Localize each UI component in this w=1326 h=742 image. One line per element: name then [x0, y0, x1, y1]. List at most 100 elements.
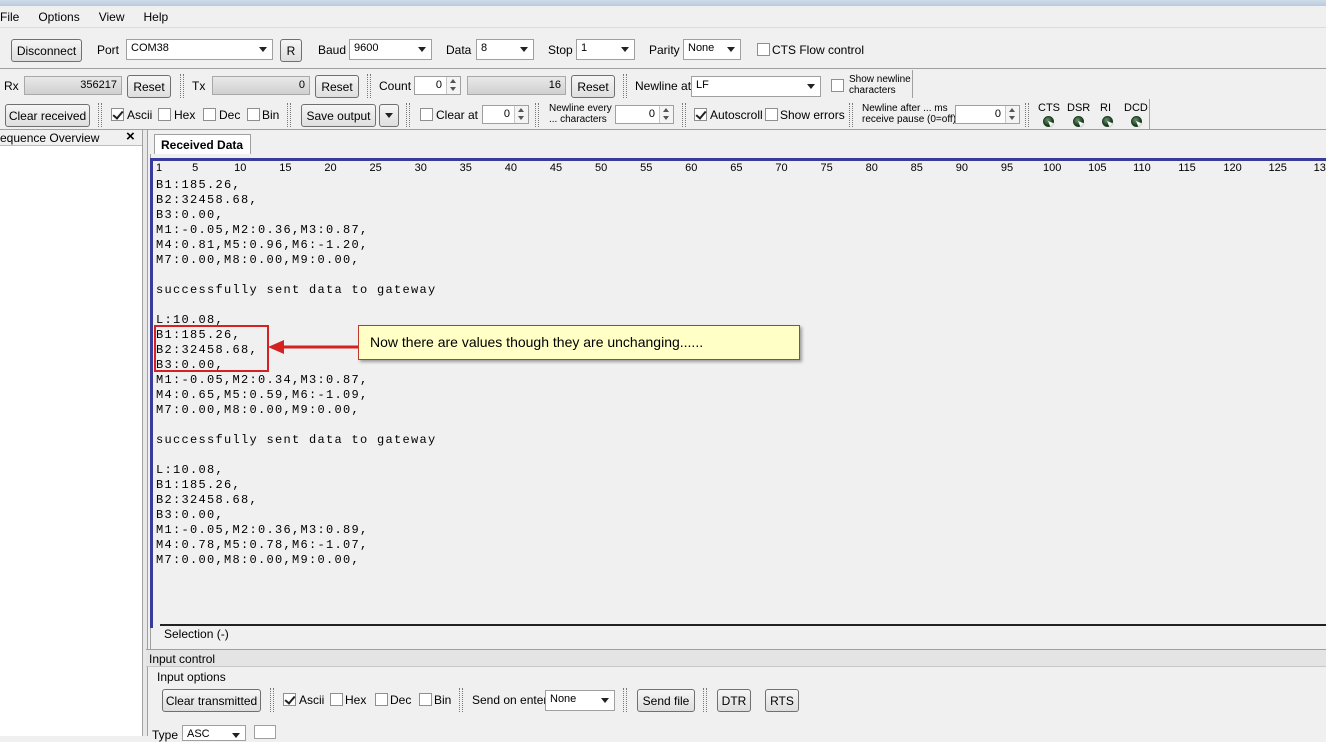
annotation-callout: Now there are values though they are unc…: [358, 325, 800, 360]
terminal-line: B2:32458.68,: [156, 193, 259, 207]
dcd-label: DCD: [1124, 102, 1148, 114]
save-output-dropdown[interactable]: [379, 104, 399, 127]
ruler-tick-label: 10: [234, 162, 247, 174]
dec-checkbox[interactable]: [203, 108, 216, 121]
autoscroll-checkbox[interactable]: [694, 108, 707, 121]
show-errors-label: Show errors: [780, 108, 845, 122]
newline-after-label-1: Newline after ... ms: [862, 103, 948, 114]
selection-status: Selection (-): [164, 627, 229, 641]
toolbar-divider: [0, 129, 1326, 130]
show-newline-label-1: Show newline: [849, 74, 911, 85]
ruler-tick-label: 130: [1313, 162, 1326, 174]
newline-every-label-2: ... characters: [549, 114, 607, 125]
separator: [406, 103, 410, 127]
spinner-arrows-icon[interactable]: [659, 106, 673, 123]
disconnect-button[interactable]: Disconnect: [11, 39, 82, 62]
ascii-checkbox[interactable]: [111, 108, 124, 121]
count-reset-button[interactable]: Reset: [571, 75, 615, 98]
ruler-tick-label: 20: [324, 162, 337, 174]
type-label: Type: [152, 728, 179, 742]
input-control-title: Input control: [149, 652, 216, 666]
input-field[interactable]: [254, 725, 276, 739]
clear-at-spinner[interactable]: 0: [482, 105, 529, 124]
dsr-label: DSR: [1067, 102, 1091, 114]
ruler-tick-label: 65: [730, 162, 743, 174]
send-on-enter-select[interactable]: None: [545, 690, 615, 711]
spinner-arrows-icon[interactable]: [446, 77, 460, 94]
dcd-led-icon: [1131, 116, 1142, 127]
menu-help[interactable]: Help: [132, 10, 176, 24]
show-errors-checkbox[interactable]: [765, 108, 778, 121]
menu-options[interactable]: Options: [26, 10, 86, 24]
rts-button[interactable]: RTS: [765, 689, 799, 712]
dtr-button[interactable]: DTR: [717, 689, 751, 712]
input-dec-label: Dec: [390, 693, 412, 707]
clear-at-checkbox[interactable]: [420, 108, 433, 121]
ruler-tick-label: 100: [1042, 162, 1062, 174]
newline-after-spinner[interactable]: 0: [955, 105, 1020, 124]
menu-file[interactable]: File: [0, 10, 26, 24]
ruler-tick-label: 115: [1178, 162, 1196, 174]
data-bits-select[interactable]: 8: [476, 39, 534, 60]
ri-led-icon: [1102, 116, 1113, 127]
tab-received-data[interactable]: Received Data: [154, 134, 251, 154]
refresh-ports-button[interactable]: R: [280, 39, 302, 62]
parity-label: Parity: [649, 43, 680, 57]
separator: [270, 688, 274, 712]
splitter[interactable]: [143, 130, 148, 736]
separator: [367, 74, 371, 98]
newline-after-label-2: receive pause (0=off): [862, 114, 957, 125]
stop-bits-select[interactable]: 1: [576, 39, 635, 60]
terminal-line: M1:-0.05,M2:0.36,M3:0.87,: [156, 223, 369, 237]
spinner-arrows-icon[interactable]: [1005, 106, 1019, 123]
input-dec-checkbox[interactable]: [375, 693, 388, 706]
tx-reset-button[interactable]: Reset: [315, 75, 359, 98]
ruler-tick-label: 60: [685, 162, 698, 174]
newline-at-select[interactable]: LF: [691, 76, 821, 97]
newline-every-spinner[interactable]: 0: [615, 105, 674, 124]
cts-flow-checkbox[interactable]: [757, 43, 770, 56]
ruler-tick-label: 120: [1223, 162, 1242, 174]
terminal-line: successfully sent data to gateway: [156, 283, 437, 297]
close-icon[interactable]: ×: [126, 128, 135, 145]
save-output-button[interactable]: Save output: [301, 104, 376, 127]
hex-label: Hex: [174, 108, 196, 122]
clear-transmitted-button[interactable]: Clear transmitted: [162, 689, 261, 712]
show-newline-checkbox[interactable]: [831, 79, 844, 92]
divider: [1149, 99, 1150, 129]
port-label: Port: [97, 43, 120, 57]
ruler-tick-label: 70: [775, 162, 788, 174]
ruler-tick-label: 1: [156, 162, 163, 174]
autoscroll-label: Autoscroll: [710, 108, 763, 122]
hex-checkbox[interactable]: [158, 108, 171, 121]
newline-every-label-1: Newline every: [549, 103, 612, 114]
ruler-tick-label: 110: [1133, 162, 1151, 174]
clear-received-button[interactable]: Clear received: [5, 104, 90, 127]
newline-every-value: 0: [648, 108, 655, 120]
count-spinner[interactable]: 0: [414, 76, 461, 95]
type-select[interactable]: ASC: [182, 725, 246, 741]
input-ascii-label: Ascii: [299, 693, 325, 707]
count-display: 16: [467, 76, 566, 95]
send-file-button[interactable]: Send file: [637, 689, 695, 712]
input-hex-checkbox[interactable]: [330, 693, 343, 706]
separator: [98, 103, 102, 127]
rx-reset-button[interactable]: Reset: [127, 75, 171, 98]
parity-select[interactable]: None: [683, 39, 741, 60]
spinner-arrows-icon[interactable]: [514, 106, 528, 123]
terminal-line: M7:0.00,M8:0.00,M9:0.00,: [156, 553, 361, 567]
input-ascii-checkbox[interactable]: [283, 693, 296, 706]
input-bin-checkbox[interactable]: [419, 693, 432, 706]
cts-flow-label: CTS Flow control: [772, 43, 865, 57]
baud-select[interactable]: 9600: [349, 39, 432, 60]
ruler-tick-label: 30: [414, 162, 427, 174]
input-bin-label: Bin: [434, 693, 452, 707]
count-value: 0: [435, 79, 442, 91]
menu-view[interactable]: View: [87, 10, 132, 24]
bin-checkbox[interactable]: [247, 108, 260, 121]
highlight-box: [154, 325, 269, 372]
port-select[interactable]: COM38: [126, 39, 273, 60]
separator: [180, 74, 184, 98]
newline-after-value: 0: [994, 108, 1001, 120]
